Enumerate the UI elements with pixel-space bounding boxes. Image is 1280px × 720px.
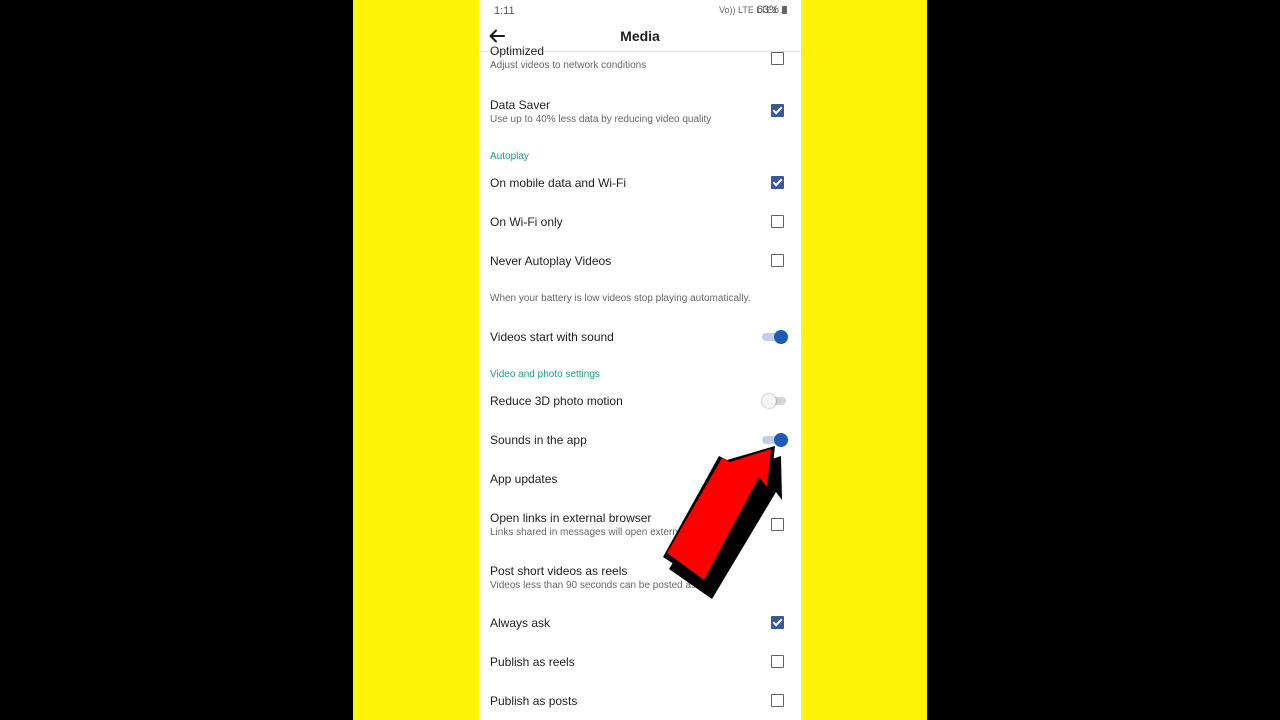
app-updates-label: App updates: [490, 472, 558, 486]
battery-icon: [782, 6, 787, 14]
publish-posts-row[interactable]: Publish as posts: [490, 694, 790, 708]
start-with-sound-label: Videos start with sound: [490, 330, 614, 344]
publish-posts-label: Publish as posts: [490, 694, 578, 708]
external-browser-label: Open links in external browser: [490, 511, 652, 525]
external-browser-row[interactable]: Open links in external browser Links sha…: [490, 511, 790, 539]
page-title: Media: [620, 28, 660, 44]
autoplay-mobile-wifi-row[interactable]: On mobile data and Wi-Fi: [490, 176, 790, 190]
never-autoplay-row[interactable]: Never Autoplay Videos: [490, 254, 790, 268]
publish-reels-label: Publish as reels: [490, 655, 575, 669]
publish-reels-row[interactable]: Publish as reels: [490, 655, 790, 669]
always-ask-label: Always ask: [490, 616, 551, 630]
autoplay-wifi-only-label: On Wi-Fi only: [490, 215, 563, 229]
autoplay-mobile-wifi-label: On mobile data and Wi-Fi: [490, 176, 627, 190]
status-bar: 1:11 Vo)) LTE LTE1 .il 63%: [479, 0, 801, 22]
start-with-sound-toggle[interactable]: [762, 329, 788, 345]
phone-screen: 1:11 Vo)) LTE LTE1 .il 63% Media Optimiz…: [479, 0, 801, 720]
reduce-3d-row[interactable]: Reduce 3D photo motion: [490, 394, 790, 408]
app-updates-row[interactable]: App updates: [490, 472, 790, 486]
toggle-knob: [774, 330, 788, 344]
always-ask-row[interactable]: Always ask: [490, 616, 790, 630]
always-ask-checkbox[interactable]: [771, 616, 784, 629]
never-autoplay-checkbox[interactable]: [771, 254, 784, 267]
autoplay-wifi-only-row[interactable]: On Wi-Fi only: [490, 215, 790, 229]
optimized-checkbox[interactable]: [771, 52, 784, 65]
battery-level: 63%: [757, 4, 787, 16]
reduce-3d-label: Reduce 3D photo motion: [490, 394, 623, 408]
data-saver-checkbox[interactable]: [771, 104, 784, 117]
short-reels-label: Post short videos as reels: [490, 564, 628, 578]
external-browser-sub: Links shared in messages will open exter…: [490, 527, 678, 538]
optimized-row[interactable]: Optimized Adjust videos to network condi…: [490, 44, 790, 72]
sounds-in-app-label: Sounds in the app: [490, 433, 587, 447]
autoplay-section-header: Autoplay: [490, 151, 529, 162]
autoplay-wifi-only-checkbox[interactable]: [771, 215, 784, 228]
toggle-knob: [762, 394, 776, 408]
sounds-in-app-row[interactable]: Sounds in the app: [490, 433, 790, 447]
external-browser-checkbox[interactable]: [771, 518, 784, 531]
never-autoplay-label: Never Autoplay Videos: [490, 254, 612, 268]
optimized-sub: Adjust videos to network conditions: [490, 60, 647, 71]
optimized-label: Optimized: [490, 44, 545, 58]
start-with-sound-row[interactable]: Videos start with sound: [490, 330, 790, 344]
autoplay-mobile-wifi-checkbox[interactable]: [771, 176, 784, 189]
publish-reels-checkbox[interactable]: [771, 655, 784, 668]
toggle-knob: [774, 433, 788, 447]
data-saver-sub: Use up to 40% less data by reducing vide…: [490, 114, 712, 125]
data-saver-label: Data Saver: [490, 98, 551, 112]
short-reels-row: Post short videos as reels Videos less t…: [490, 564, 790, 592]
video-photo-section-header: Video and photo settings: [490, 369, 600, 380]
publish-posts-checkbox[interactable]: [771, 694, 784, 707]
short-reels-sub: Videos less than 90 seconds can be poste…: [490, 580, 710, 591]
sounds-in-app-toggle[interactable]: [762, 432, 788, 448]
battery-note: When your battery is low videos stop pla…: [490, 293, 751, 304]
reduce-3d-toggle[interactable]: [762, 393, 786, 409]
status-time: 1:11: [494, 5, 515, 17]
data-saver-row[interactable]: Data Saver Use up to 40% less data by re…: [490, 98, 790, 126]
